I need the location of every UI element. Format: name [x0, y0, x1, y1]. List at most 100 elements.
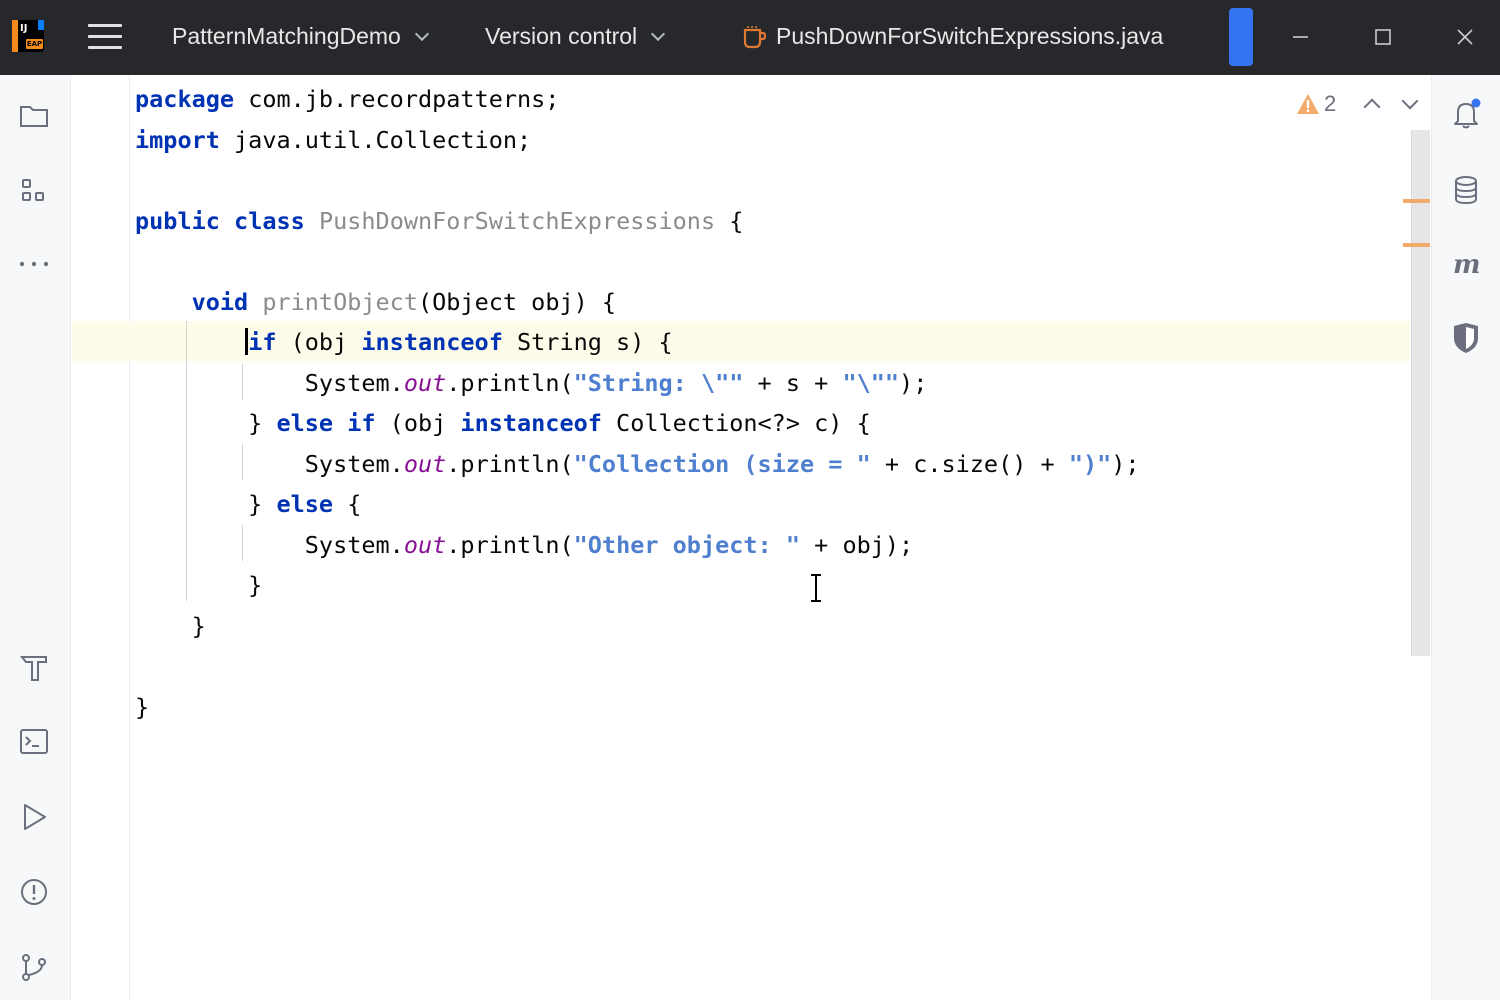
code-token: "Collection (size = ": [574, 450, 871, 478]
code-token: );: [899, 369, 927, 397]
code-token: System.: [135, 531, 404, 559]
code-line[interactable]: [135, 646, 1140, 687]
main-menu-icon[interactable]: [88, 24, 122, 52]
warning-stripe-mark[interactable]: [1403, 243, 1430, 247]
code-token: else: [276, 409, 333, 437]
code-token: printObject: [262, 288, 418, 316]
notification-dot: [1472, 99, 1481, 108]
project-selector[interactable]: PatternMatchingDemo: [172, 23, 427, 50]
code-token: + c.size() +: [871, 450, 1069, 478]
code-token: }: [135, 693, 149, 721]
warning-icon: [1296, 93, 1320, 115]
code-token: );: [1111, 450, 1139, 478]
project-name: PatternMatchingDemo: [172, 23, 401, 50]
code-token: "Other object: ": [574, 531, 800, 559]
code-token: [305, 207, 319, 235]
folder-icon[interactable]: [17, 99, 51, 133]
code-token: System.: [135, 450, 404, 478]
code-line[interactable]: System.out.println("Other object: " + ob…: [135, 525, 1140, 566]
code-line[interactable]: [135, 241, 1140, 282]
code-token: {: [333, 490, 361, 518]
structure-icon[interactable]: [17, 174, 51, 208]
code-line[interactable]: System.out.println("String: \"" + s + "\…: [135, 363, 1140, 404]
intellij-logo[interactable]: IJ EAP: [12, 20, 44, 52]
code-token: out: [404, 531, 446, 559]
inspection-widget[interactable]: 2: [1296, 89, 1416, 119]
current-file-tab[interactable]: PushDownForSwitchExpressions.java: [742, 23, 1163, 50]
logo-stripe: [38, 20, 44, 30]
code-token: PushDownForSwitchExpressions: [319, 207, 715, 235]
maven-icon[interactable]: m: [1449, 247, 1483, 281]
maximize-icon[interactable]: [1368, 22, 1398, 52]
code-token: }: [135, 409, 276, 437]
code-token: [135, 288, 192, 316]
code-line[interactable]: }: [135, 687, 1140, 728]
logo-text: IJ: [20, 23, 27, 34]
security-icon[interactable]: [1449, 321, 1483, 355]
code-token: com.jb.recordpatterns;: [234, 85, 559, 113]
terminal-icon[interactable]: [17, 725, 51, 759]
code-line[interactable]: }: [135, 565, 1140, 606]
code-token: "\"": [842, 369, 899, 397]
code-token: class: [234, 207, 305, 235]
code-line[interactable]: public class PushDownForSwitchExpression…: [135, 201, 1140, 242]
database-icon[interactable]: [1449, 173, 1483, 207]
code-token: if: [248, 328, 276, 356]
file-name: PushDownForSwitchExpressions.java: [776, 23, 1163, 50]
left-tool-strip: [0, 75, 71, 1000]
code-token: void: [192, 288, 249, 316]
notifications-icon[interactable]: [1449, 97, 1483, 131]
run-icon[interactable]: [17, 800, 51, 834]
code-token: + s +: [743, 369, 842, 397]
previous-highlight-icon[interactable]: [1364, 99, 1381, 116]
git-icon[interactable]: [17, 950, 51, 984]
text-caret: [245, 328, 248, 355]
vcs-label: Version control: [485, 23, 637, 50]
code-line[interactable]: if (obj instanceof String s) {: [135, 322, 1140, 363]
java-file-icon: [742, 24, 768, 50]
code-line[interactable]: void printObject(Object obj) {: [135, 282, 1140, 323]
code-token: out: [404, 369, 446, 397]
code-token: {: [715, 207, 743, 235]
close-icon[interactable]: [1450, 22, 1480, 52]
more-icon[interactable]: [17, 247, 51, 281]
code-line[interactable]: [135, 160, 1140, 201]
code-line[interactable]: }: [135, 606, 1140, 647]
minimize-icon[interactable]: [1286, 22, 1316, 52]
svg-text:m: m: [1453, 250, 1481, 280]
vcs-selector[interactable]: Version control: [485, 23, 663, 50]
build-icon[interactable]: [17, 650, 51, 684]
code-token: }: [135, 571, 262, 599]
editor-gutter[interactable]: [72, 75, 130, 1000]
code-token: (Object obj) {: [418, 288, 616, 316]
code-line[interactable]: } else if (obj instanceof Collection<?> …: [135, 403, 1140, 444]
vertical-scrollbar[interactable]: [1411, 130, 1430, 656]
code-token: (obj: [276, 328, 361, 356]
code-line[interactable]: } else {: [135, 484, 1140, 525]
title-bar: IJ EAP PatternMatchingDemo Version contr…: [0, 0, 1500, 75]
run-widget-button[interactable]: [1229, 8, 1253, 66]
code-token: package: [135, 85, 234, 113]
code-line[interactable]: package com.jb.recordpatterns;: [135, 79, 1140, 120]
chevron-down-icon: [415, 26, 429, 40]
next-highlight-icon[interactable]: [1402, 93, 1419, 110]
code-line[interactable]: System.out.println("Collection (size = "…: [135, 444, 1140, 485]
code-token: .println(: [446, 531, 573, 559]
code-token: java.util.Collection;: [220, 126, 531, 154]
code-token: [220, 207, 234, 235]
code-lines[interactable]: package com.jb.recordpatterns;import jav…: [135, 79, 1140, 727]
right-tool-strip: m: [1431, 75, 1500, 1000]
code-token: import: [135, 126, 220, 154]
code-token: instanceof: [361, 328, 502, 356]
code-token: out: [404, 450, 446, 478]
problems-icon[interactable]: [17, 875, 51, 909]
code-line[interactable]: import java.util.Collection;: [135, 120, 1140, 161]
code-token: + obj);: [800, 531, 913, 559]
chevron-down-icon: [651, 26, 665, 40]
mouse-ibeam-cursor: [808, 574, 824, 602]
code-token: (obj: [376, 409, 461, 437]
warning-stripe-mark[interactable]: [1403, 199, 1430, 203]
code-token: ")": [1069, 450, 1111, 478]
warning-count: 2: [1324, 91, 1336, 117]
code-token: else: [276, 490, 333, 518]
